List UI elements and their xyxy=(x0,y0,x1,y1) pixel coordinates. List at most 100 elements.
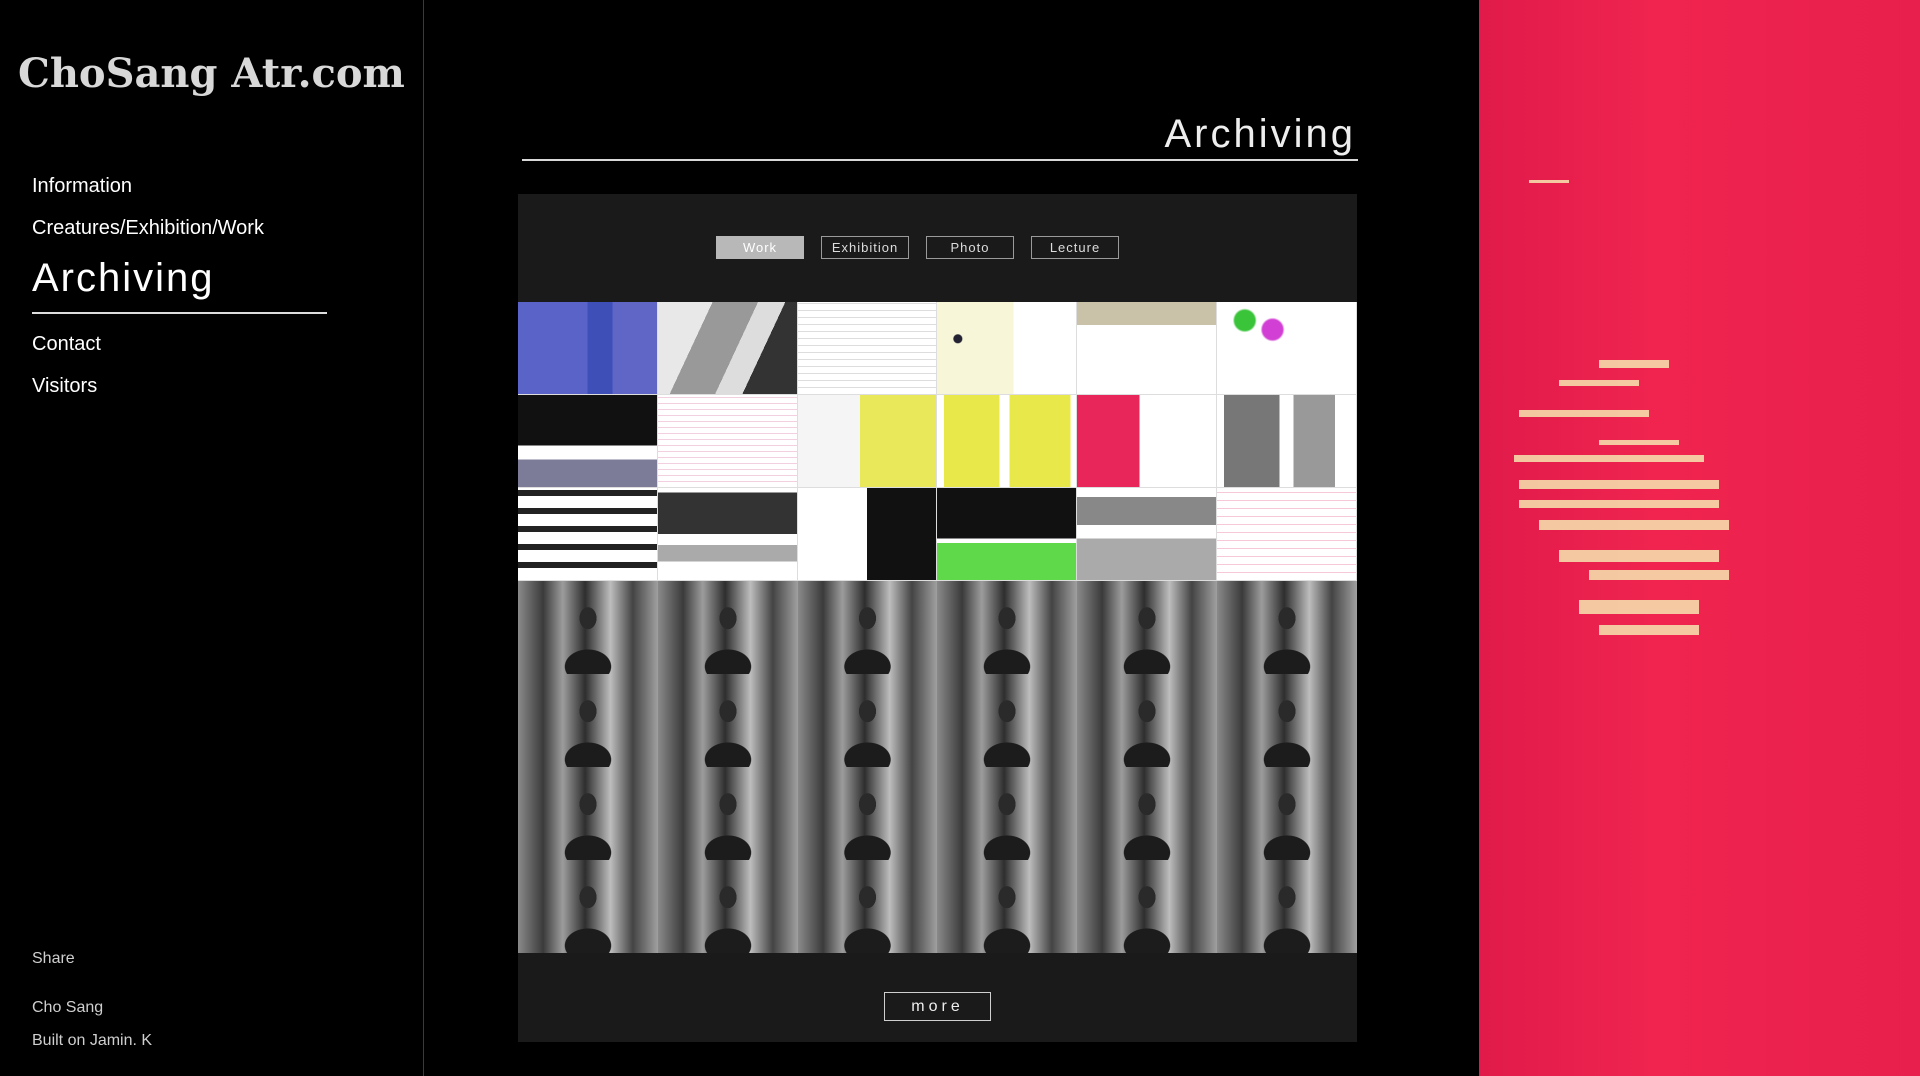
archive-thumbnail[interactable] xyxy=(657,767,798,860)
archive-thumbnail[interactable] xyxy=(1077,488,1218,581)
main-content: Archiving Work Exhibition Photo Lecture … xyxy=(425,0,1478,1076)
portrait-photo xyxy=(518,767,658,860)
portrait-photo xyxy=(1217,581,1357,674)
archive-thumbnail[interactable] xyxy=(657,395,798,488)
more-button[interactable]: more xyxy=(884,992,991,1021)
artwork-stripe xyxy=(1579,600,1699,614)
archive-thumbnail[interactable] xyxy=(1217,395,1357,488)
portrait-photo xyxy=(1077,860,1218,953)
tab-photo[interactable]: Photo xyxy=(926,236,1014,259)
author-name: Cho Sang xyxy=(32,999,104,1016)
share-link[interactable]: Share xyxy=(32,950,75,968)
portrait-photo xyxy=(657,860,798,953)
artwork-stripe xyxy=(1589,570,1729,580)
archive-thumbnail[interactable] xyxy=(1217,581,1357,674)
artwork-stripe xyxy=(1539,520,1729,530)
portrait-photo xyxy=(1217,674,1357,767)
nav-item-archiving[interactable]: Archiving xyxy=(32,254,327,314)
archive-thumbnail[interactable] xyxy=(937,767,1078,860)
archive-thumbnail[interactable] xyxy=(797,767,938,860)
archive-thumbnail[interactable] xyxy=(1217,302,1357,395)
portrait-photo xyxy=(937,860,1078,953)
artwork-stripe xyxy=(1559,550,1719,562)
archive-thumbnail[interactable] xyxy=(797,488,938,581)
portrait-photo xyxy=(1077,767,1218,860)
archive-thumbnail[interactable] xyxy=(518,302,658,395)
archive-thumbnail[interactable] xyxy=(518,395,658,488)
tab-exhibition[interactable]: Exhibition xyxy=(821,236,909,259)
nav-item-information[interactable]: Information xyxy=(32,170,327,212)
archive-thumbnail[interactable] xyxy=(797,674,938,767)
archive-thumbnail[interactable] xyxy=(657,581,798,674)
main-nav: Information Creatures/Exhibition/Work Ar… xyxy=(32,170,327,412)
archive-thumbnail[interactable] xyxy=(937,395,1078,488)
archive-thumbnail[interactable] xyxy=(937,581,1078,674)
portrait-photo xyxy=(937,581,1078,674)
portrait-photo xyxy=(1217,767,1357,860)
archive-thumbnail[interactable] xyxy=(518,860,658,953)
archive-thumbnail[interactable] xyxy=(797,302,938,395)
artwork-stripe xyxy=(1599,440,1679,445)
artwork-stripe xyxy=(1529,180,1569,183)
archive-thumbnail[interactable] xyxy=(1077,395,1218,488)
archive-thumbnail[interactable] xyxy=(1077,674,1218,767)
artwork-stripe xyxy=(1519,480,1719,489)
archive-thumbnail[interactable] xyxy=(797,395,938,488)
built-credit: Built on Jamin. K xyxy=(32,1032,153,1049)
portrait-photo xyxy=(657,674,798,767)
archive-thumbnail[interactable] xyxy=(1077,581,1218,674)
archive-thumbnail[interactable] xyxy=(518,488,658,581)
page-title: Archiving xyxy=(522,112,1358,161)
archive-thumbnail[interactable] xyxy=(518,581,658,674)
archive-panel: Work Exhibition Photo Lecture more xyxy=(518,194,1357,1042)
archive-thumbnail[interactable] xyxy=(1217,767,1357,860)
sidebar: ChoSang Atr.com Information Creatures/Ex… xyxy=(0,0,424,1076)
archive-thumbnail[interactable] xyxy=(518,767,658,860)
portrait-photo xyxy=(1077,674,1218,767)
archive-thumbnail[interactable] xyxy=(657,302,798,395)
archive-thumbnail[interactable] xyxy=(937,488,1078,581)
archive-thumbnail[interactable] xyxy=(797,860,938,953)
portrait-photo xyxy=(797,581,938,674)
tab-work[interactable]: Work xyxy=(716,236,804,259)
site-logo[interactable]: ChoSang Atr.com xyxy=(18,50,405,97)
tab-lecture[interactable]: Lecture xyxy=(1031,236,1119,259)
portrait-photo xyxy=(937,767,1078,860)
portrait-photo xyxy=(657,767,798,860)
archive-thumbnail[interactable] xyxy=(937,860,1078,953)
artwork-stripe xyxy=(1559,380,1639,386)
portrait-photo xyxy=(1217,860,1357,953)
portrait-photo xyxy=(518,860,658,953)
artwork-stripe xyxy=(1599,360,1669,368)
archive-thumbnail[interactable] xyxy=(1077,860,1218,953)
portrait-photo xyxy=(797,767,938,860)
artwork-stripe xyxy=(1519,410,1649,417)
portrait-photo xyxy=(657,581,798,674)
nav-item-contact[interactable]: Contact xyxy=(32,328,327,370)
featured-artwork-image xyxy=(1479,0,1920,1076)
archive-thumbnail[interactable] xyxy=(1217,860,1357,953)
archive-thumbnail[interactable] xyxy=(1217,674,1357,767)
archive-thumbnail[interactable] xyxy=(657,488,798,581)
artwork-stripe xyxy=(1514,455,1704,462)
artwork-stripe xyxy=(1599,625,1699,635)
portrait-photo xyxy=(518,674,658,767)
portrait-photo xyxy=(937,674,1078,767)
nav-item-creatures[interactable]: Creatures/Exhibition/Work xyxy=(32,212,327,254)
archive-thumbnail[interactable] xyxy=(518,674,658,767)
filter-tabs: Work Exhibition Photo Lecture xyxy=(716,236,1119,259)
archive-thumbnail[interactable] xyxy=(1077,767,1218,860)
archive-thumbnail[interactable] xyxy=(937,302,1078,395)
archive-thumbnail[interactable] xyxy=(937,674,1078,767)
portrait-photo xyxy=(797,674,938,767)
archive-thumbnail[interactable] xyxy=(797,581,938,674)
archive-thumbnail[interactable] xyxy=(1077,302,1218,395)
portrait-photo xyxy=(518,581,658,674)
portrait-photo xyxy=(797,860,938,953)
archive-thumbnail[interactable] xyxy=(657,860,798,953)
archive-thumbnail[interactable] xyxy=(657,674,798,767)
portrait-photo xyxy=(1077,581,1218,674)
archive-grid xyxy=(518,302,1357,953)
nav-item-visitors[interactable]: Visitors xyxy=(32,370,327,412)
archive-thumbnail[interactable] xyxy=(1217,488,1357,581)
